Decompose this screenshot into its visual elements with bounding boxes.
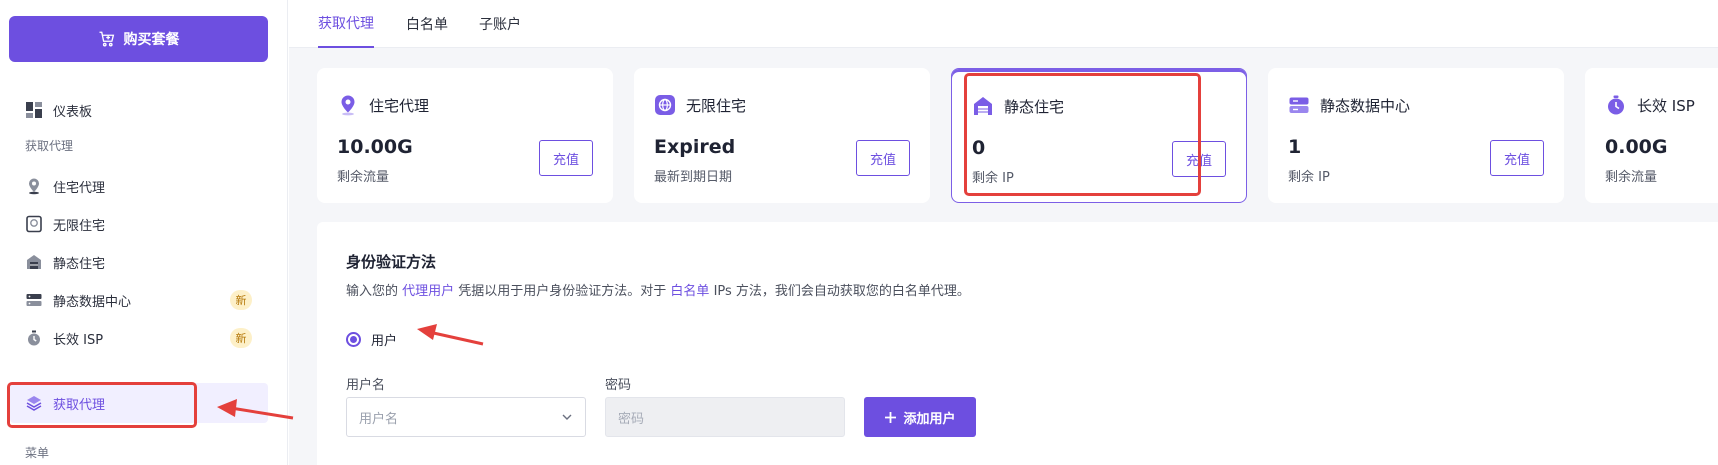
card-subtitle: 剩余 IP [972, 171, 1014, 186]
whitelist-link[interactable]: 白名单 [670, 284, 709, 299]
section-label-get-proxy: 获取代理 [25, 139, 74, 153]
server-icon [25, 291, 43, 309]
card-subtitle: 剩余 IP [1288, 170, 1330, 185]
server-icon [1288, 94, 1310, 116]
sidebar-item-label: 静态数据中心 [53, 294, 132, 310]
building-icon [972, 95, 994, 117]
chevron-down-icon [562, 414, 572, 420]
top-tab-bar: 获取代理 白名单 子账户 [289, 0, 1718, 48]
recharge-button[interactable]: 充值 [856, 140, 910, 176]
card-residential: 住宅代理 10.00G 剩余流量 充值 [317, 68, 613, 203]
auth-method-panel: 身份验证方法 输入您的 代理用户 凭据以用于用户身份验证方法。对于 白名单 IP… [317, 222, 1718, 465]
card-title: 静态住宅 [1004, 97, 1065, 116]
username-placeholder: 用户名 [359, 411, 399, 427]
card-value: Expired [654, 136, 736, 158]
tab-whitelist[interactable]: 白名单 [406, 0, 448, 48]
card-value: 0 [972, 137, 986, 159]
card-subtitle: 最新到期日期 [654, 170, 733, 185]
auth-radio-user[interactable]: 用户 [346, 330, 397, 349]
card-subtitle: 剩余流量 [1605, 170, 1658, 185]
add-user-label: 添加用户 [903, 411, 956, 427]
card-value: 10.00G [337, 136, 413, 158]
card-subtitle: 剩余流量 [337, 170, 390, 185]
sidebar-item-label: 仪表板 [53, 104, 93, 120]
sidebar-item-label: 住宅代理 [53, 180, 106, 196]
tab-sub-accounts[interactable]: 子账户 [479, 0, 521, 48]
buy-plan-label: 购买套餐 [123, 32, 180, 48]
location-pin-icon [337, 94, 359, 116]
location-pin-icon [25, 177, 43, 195]
card-unlimited: 无限住宅 Expired 最新到期日期 充值 [634, 68, 930, 203]
desc-text: IPs 方法，我们会自动获取您的白名单代理。 [709, 284, 970, 299]
recharge-button[interactable]: 充值 [1172, 141, 1226, 177]
building-icon [25, 253, 43, 271]
radio-selected-icon[interactable] [346, 332, 361, 347]
card-value: 1 [1288, 136, 1302, 158]
password-placeholder: 密码 [618, 411, 645, 427]
auth-description: 输入您的 代理用户 凭据以用于用户身份验证方法。对于 白名单 IPs 方法，我们… [346, 280, 970, 299]
tab-get-proxy[interactable]: 获取代理 [318, 0, 374, 48]
card-title: 长效 ISP [1637, 96, 1695, 115]
sidebar-item-static-datacenter[interactable]: 静态数据中心 新 [10, 280, 268, 320]
globe-icon [654, 94, 676, 116]
sidebar-item-residential[interactable]: 住宅代理 [10, 166, 268, 206]
add-user-button[interactable]: 添加用户 [864, 397, 976, 437]
sidebar: 购买套餐 仪表板 获取代理 住宅代理 无限住宅 静态住宅 静态数据中心 新 长效… [0, 0, 288, 465]
sidebar-item-label: 无限住宅 [53, 218, 106, 234]
plus-icon [885, 411, 897, 423]
password-field[interactable]: 密码 [605, 397, 845, 437]
sidebar-item-label: 长效 ISP [53, 332, 104, 348]
dashboard-icon [25, 101, 43, 119]
sidebar-item-dashboard[interactable]: 仪表板 [10, 90, 268, 130]
stopwatch-icon [1605, 94, 1627, 116]
sidebar-item-static-residential[interactable]: 静态住宅 [10, 242, 268, 282]
sidebar-item-label: 静态住宅 [53, 256, 106, 272]
username-select[interactable]: 用户名 [346, 397, 586, 437]
new-badge: 新 [230, 328, 252, 348]
layers-icon [25, 394, 43, 412]
desc-text: 输入您的 [346, 284, 403, 299]
sidebar-item-get-proxy[interactable]: 获取代理 [10, 383, 268, 423]
cart-icon [99, 31, 114, 47]
recharge-button[interactable]: 充值 [539, 140, 593, 176]
unlimited-icon [25, 215, 43, 233]
password-label: 密码 [605, 378, 632, 393]
recharge-button[interactable]: 充值 [1490, 140, 1544, 176]
card-value: 0.00G [1605, 136, 1668, 158]
sidebar-item-unlimited[interactable]: 无限住宅 [10, 204, 268, 244]
username-label: 用户名 [346, 378, 386, 393]
sidebar-item-long-isp[interactable]: 长效 ISP 新 [10, 318, 268, 358]
card-title: 住宅代理 [369, 96, 430, 115]
card-static-datacenter: 静态数据中心 1 剩余 IP 充值 [1268, 68, 1564, 203]
radio-label: 用户 [371, 334, 398, 349]
card-title: 无限住宅 [686, 96, 747, 115]
stopwatch-icon [25, 329, 43, 347]
sidebar-item-label: 获取代理 [53, 397, 106, 413]
card-title: 静态数据中心 [1320, 96, 1411, 115]
proxy-users-link[interactable]: 代理用户 [402, 284, 454, 299]
section-label-menu: 菜单 [25, 446, 50, 460]
buy-plan-button[interactable]: 购买套餐 [9, 16, 268, 62]
card-long-isp: 长效 ISP 0.00G 剩余流量 [1585, 68, 1718, 203]
new-badge: 新 [230, 290, 252, 310]
card-static-residential: 静态住宅 0 剩余 IP 充值 [951, 68, 1247, 203]
auth-title: 身份验证方法 [346, 253, 437, 271]
desc-text: 凭据以用于用户身份验证方法。对于 [454, 284, 671, 299]
